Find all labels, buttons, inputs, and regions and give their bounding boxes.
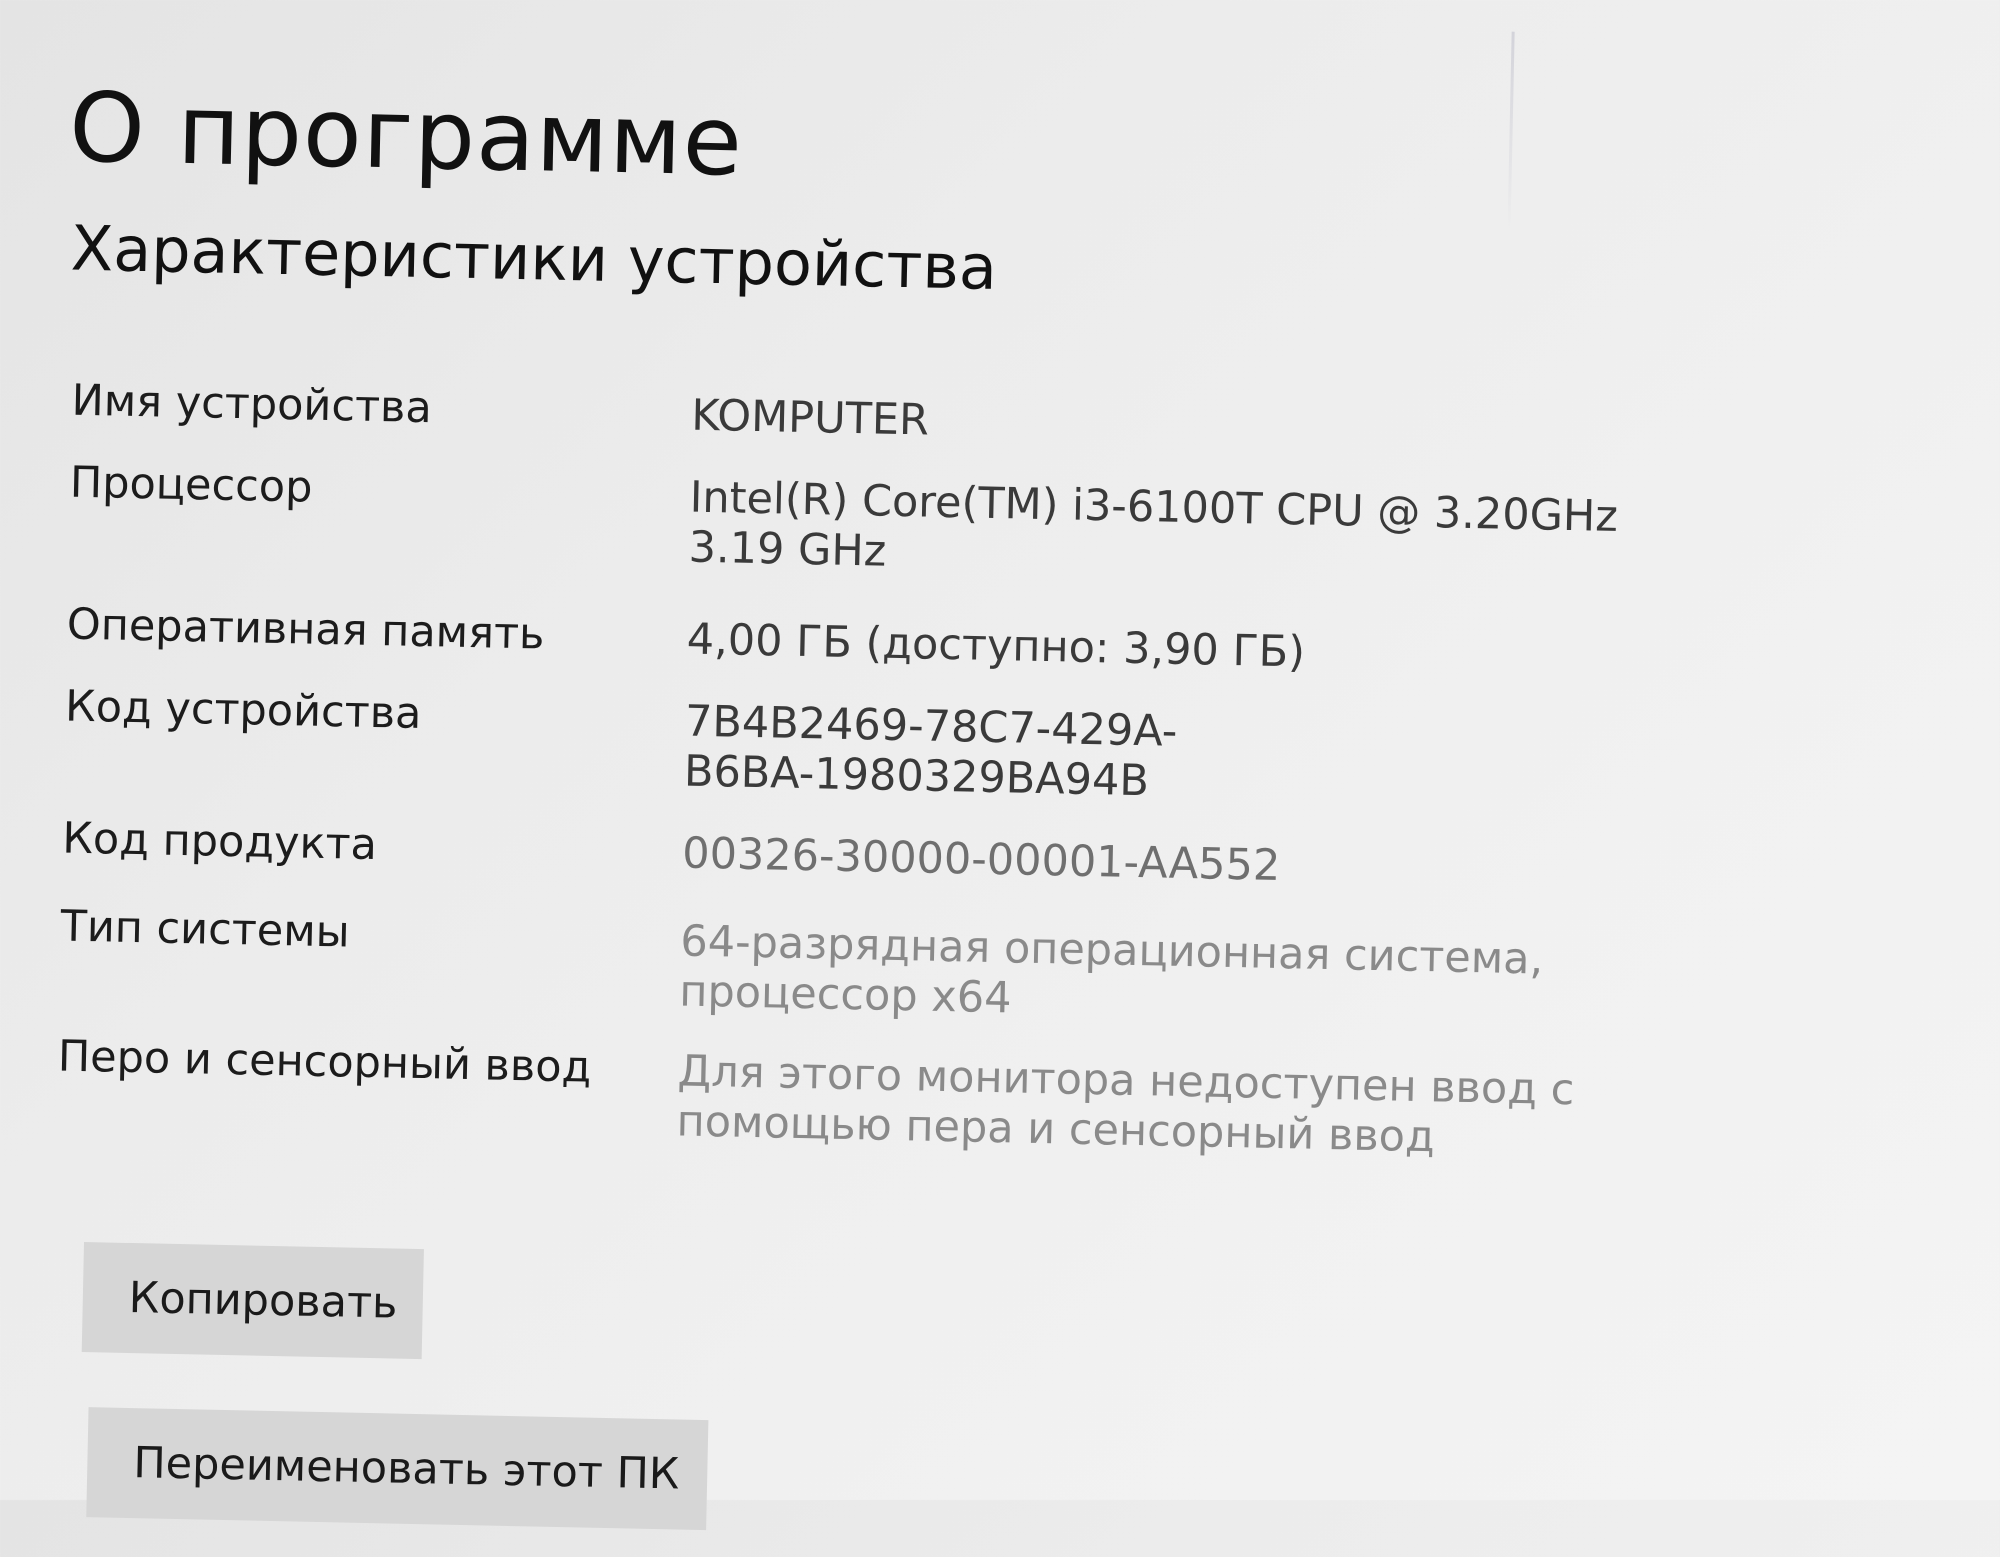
spec-value-processor[interactable]: Intel(R) Core(TM) i3-6100T CPU @ 3.20GHz… — [688, 467, 1690, 594]
spec-value-device-name[interactable]: KOMPUTER — [691, 385, 1692, 462]
spec-label-processor: Процессор — [69, 457, 313, 513]
rename-pc-button[interactable]: Переименовать этот ПК — [86, 1407, 709, 1531]
spec-label-ram: Оперативная память — [66, 599, 545, 660]
about-page: О программе Характеристики устройства Им… — [0, 0, 2000, 1542]
spec-label-product-id: Код продукта — [61, 813, 378, 871]
section-title: Характеристики устройства — [70, 211, 998, 304]
spec-label-device-id: Код устройства — [64, 681, 422, 739]
spec-label-device-name: Имя устройства — [71, 375, 433, 434]
spec-value-device-id[interactable]: 7B4B2469-78C7-429A- B6BA-1980329BA94B — [683, 691, 1685, 818]
spec-value-system-type[interactable]: 64-разрядная операционная система, проце… — [679, 910, 1681, 1037]
spec-label-pen-touch: Перо и сенсорный ввод — [57, 1031, 592, 1093]
spec-label-system-type: Тип системы — [60, 901, 351, 958]
window-edge — [1507, 31, 1515, 232]
spec-value-pen-touch[interactable]: Для этого монитора недоступен ввод с пом… — [676, 1040, 1678, 1167]
copy-button[interactable]: Копировать — [81, 1242, 424, 1360]
page-title: О программе — [68, 71, 744, 198]
device-specs: Имя устройства KOMPUTER Процессор Intel(… — [56, 372, 1772, 1183]
